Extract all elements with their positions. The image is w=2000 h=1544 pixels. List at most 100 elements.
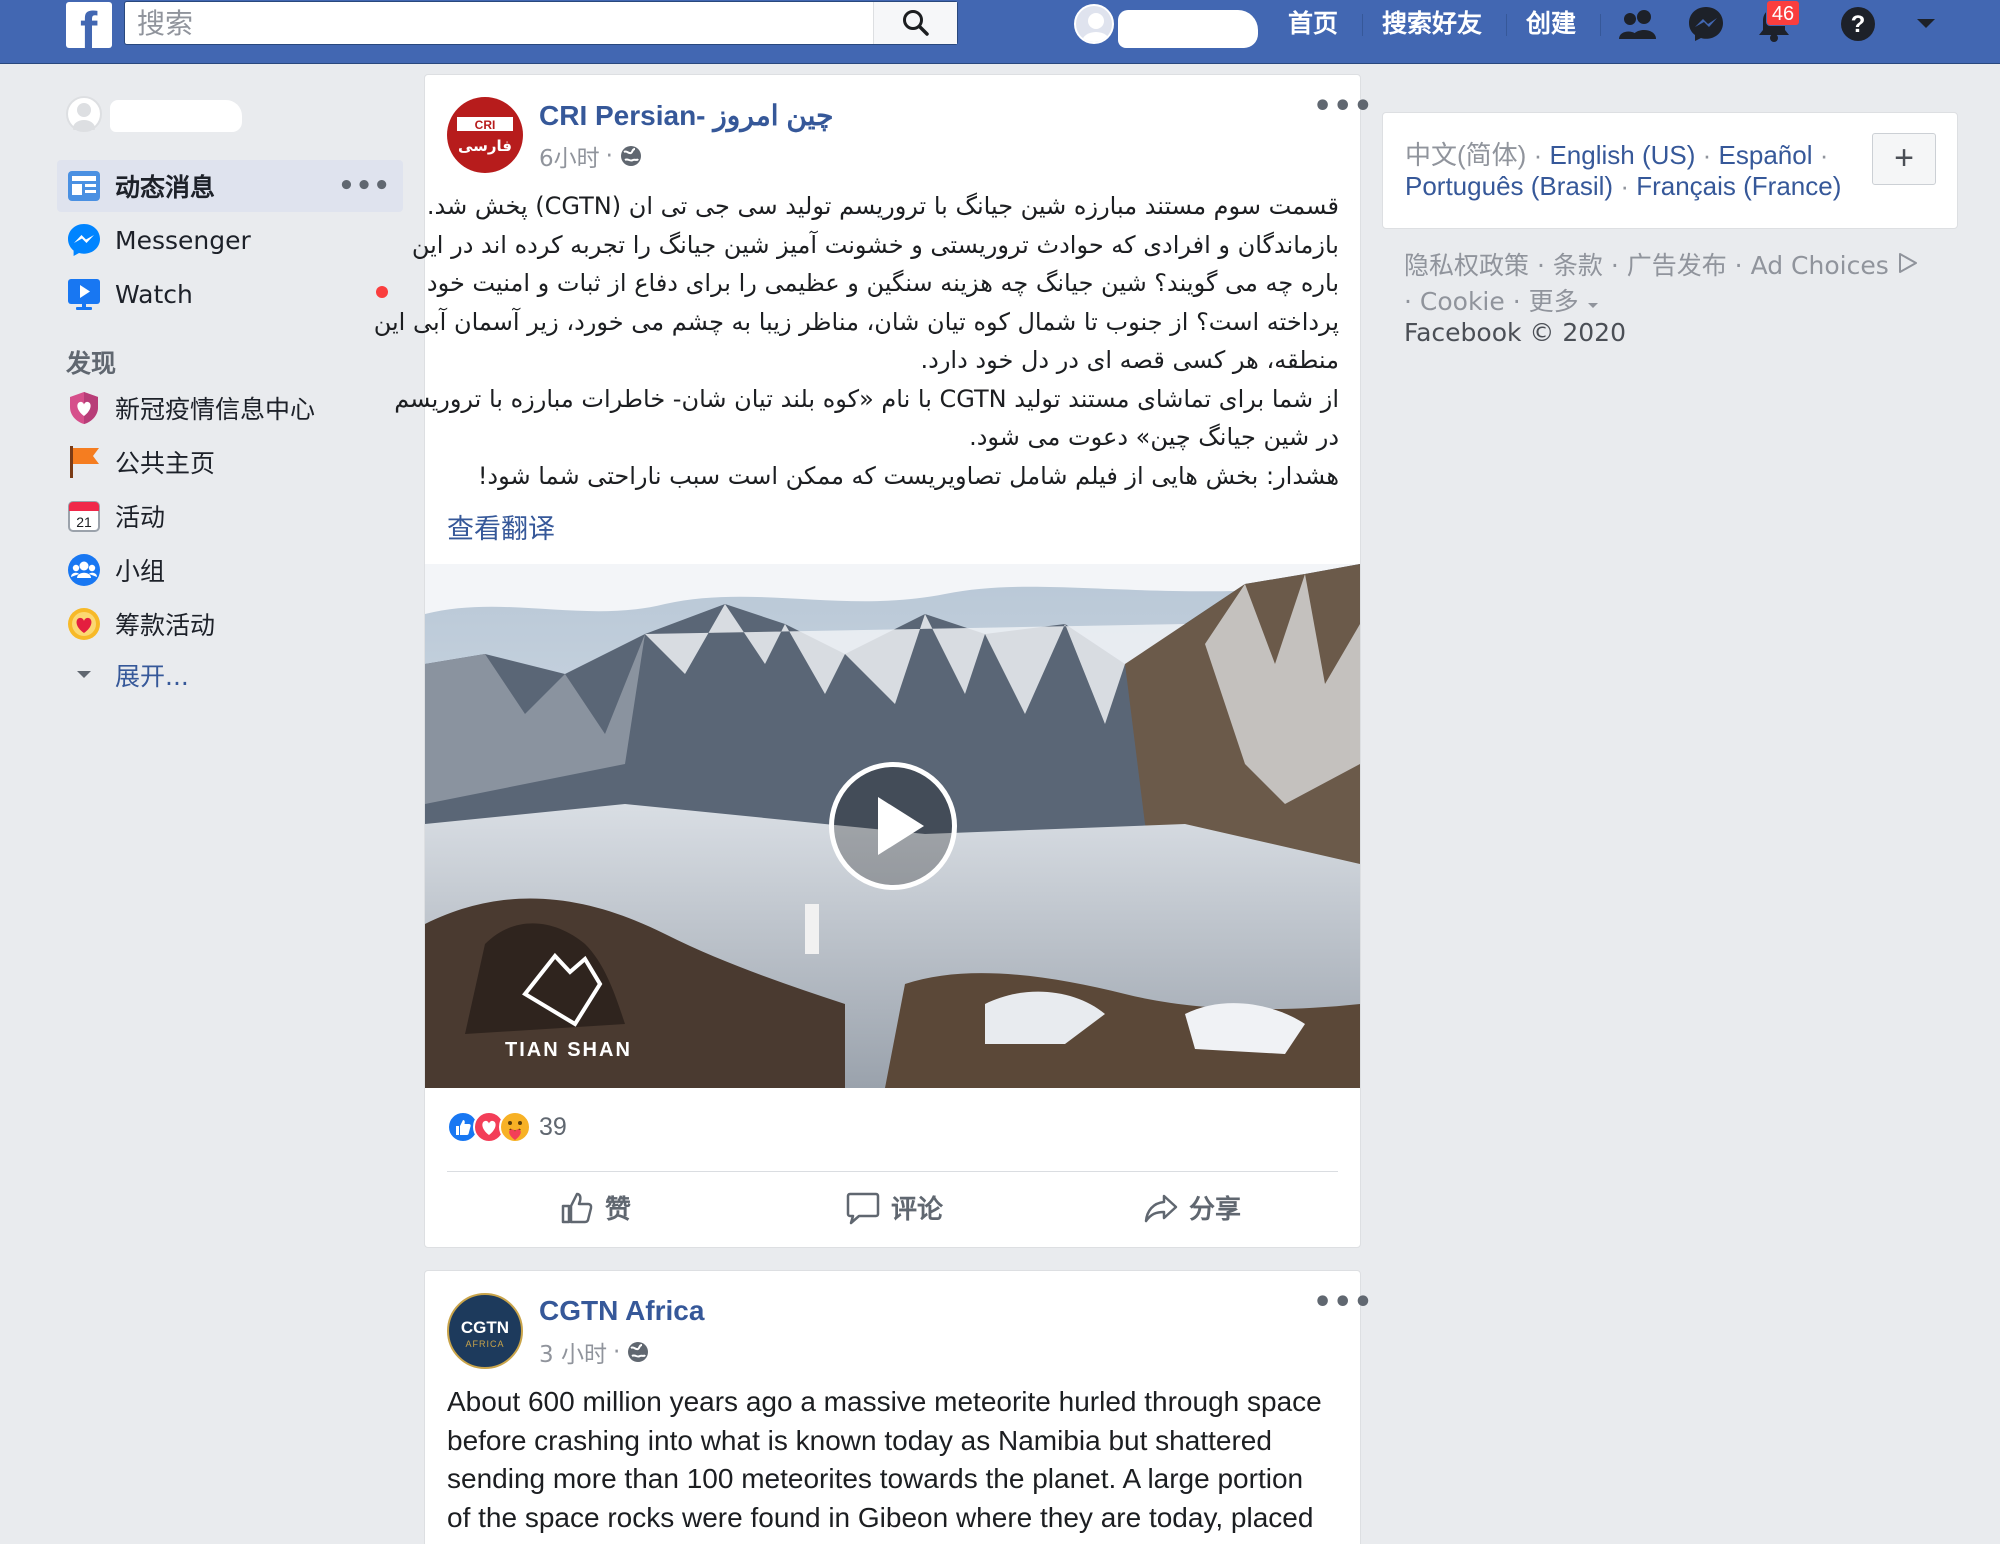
language-link-french[interactable]: Français (France) bbox=[1636, 171, 1841, 201]
watch-new-indicator bbox=[376, 286, 388, 298]
svg-text:AFRICA: AFRICA bbox=[465, 1339, 504, 1349]
share-arrow-icon bbox=[1144, 1194, 1178, 1222]
footer-link-terms[interactable]: 条款 bbox=[1553, 251, 1603, 280]
footer-link-privacy[interactable]: 隐私权政策 bbox=[1404, 251, 1529, 280]
nav-create-link[interactable]: 创建 bbox=[1526, 8, 1576, 40]
footer-links: 隐私权政策 · 条款 · 广告发布 · Ad Choices bbox=[1404, 246, 1919, 282]
post-author-name[interactable]: CRI Persian- چین امروز bbox=[539, 99, 833, 132]
more-languages-button[interactable]: + bbox=[1872, 133, 1936, 185]
sidebar-item-label: 筹款活动 bbox=[115, 611, 216, 640]
post-timestamp[interactable]: 6小时 bbox=[539, 139, 600, 173]
footer-copyright: Facebook © 2020 bbox=[1404, 318, 1626, 347]
chevron-down-icon bbox=[1587, 303, 1598, 308]
facebook-logo[interactable]: f bbox=[66, 2, 112, 60]
post-body-text: قسمت سوم مستند مبارزه شین جیانگ با تروری… bbox=[373, 192, 1339, 490]
play-button[interactable] bbox=[829, 762, 957, 890]
footer-links-secondary: · Cookie · 更多 bbox=[1404, 282, 1599, 318]
reaction-count: 39 bbox=[539, 1112, 567, 1141]
share-button[interactable]: 分享 bbox=[1143, 1189, 1241, 1226]
post-video[interactable]: TIAN SHAN bbox=[425, 564, 1360, 1088]
sidebar-item-label: 活动 bbox=[115, 503, 166, 532]
post-card: CRI فارسی CRI Persian- چین امروز 6小时 · •… bbox=[373, 74, 1373, 1248]
footer-link-cookies[interactable]: Cookie bbox=[1420, 287, 1505, 316]
sidebar-expand-link[interactable]: 展开... bbox=[57, 655, 189, 695]
post-card: CGTN AFRICA CGTN Africa 3 小时 · ••• About… bbox=[424, 1270, 1373, 1544]
language-link-english[interactable]: English (US) bbox=[1549, 140, 1695, 170]
svg-text:?: ? bbox=[1851, 11, 1866, 38]
account-menu-chevron-icon[interactable] bbox=[1906, 6, 1946, 42]
fundraiser-icon bbox=[65, 605, 103, 643]
post-author-avatar[interactable]: CGTN AFRICA bbox=[447, 1293, 523, 1369]
sidebar-item-label: Messenger bbox=[115, 225, 251, 255]
sidebar-item-messenger[interactable]: Messenger bbox=[57, 214, 403, 266]
like-button[interactable]: 赞 bbox=[559, 1189, 631, 1226]
language-selector-card: 中文(简体) · English (US) · Español · Portug… bbox=[1382, 112, 1958, 229]
sidebar-item-label: 新冠疫情信息中心 bbox=[115, 395, 316, 424]
see-translation-link[interactable]: 查看翻译 bbox=[447, 507, 555, 546]
search-input[interactable] bbox=[137, 6, 877, 40]
nav-find-friends-link[interactable]: 搜索好友 bbox=[1382, 8, 1482, 40]
discover-heading: 发现 bbox=[66, 349, 117, 378]
profile-avatar[interactable] bbox=[1074, 4, 1114, 44]
post-timestamp[interactable]: 3 小时 bbox=[539, 1335, 607, 1369]
profile-name-redacted[interactable] bbox=[1118, 10, 1258, 48]
expand-label: 展开... bbox=[115, 662, 189, 691]
messenger-icon bbox=[65, 221, 103, 259]
language-link-portuguese[interactable]: Português (Brasil) bbox=[1405, 171, 1613, 201]
sidebar-item-covid-info[interactable]: 新冠疫情信息中心 bbox=[57, 382, 403, 434]
footer-link-advertising[interactable]: 广告发布 bbox=[1627, 251, 1727, 280]
groups-icon bbox=[65, 551, 103, 589]
friend-requests-icon[interactable] bbox=[1618, 6, 1658, 42]
nav-home-link[interactable]: 首页 bbox=[1288, 8, 1338, 40]
watch-icon bbox=[65, 275, 103, 313]
thumbs-up-icon bbox=[561, 1192, 593, 1223]
sidebar-item-label: 小组 bbox=[115, 557, 166, 586]
sidebar-item-events[interactable]: 21 活动 bbox=[57, 490, 403, 542]
sidebar-item-watch[interactable]: Watch bbox=[57, 268, 403, 320]
sidebar-item-news-feed[interactable]: 动态消息 ••• bbox=[57, 160, 403, 212]
post-options-icon[interactable]: ••• bbox=[1313, 89, 1374, 124]
calendar-icon: 21 bbox=[65, 497, 103, 535]
care-reaction-icon bbox=[499, 1111, 531, 1143]
footer-link-more[interactable]: 更多 bbox=[1529, 287, 1579, 316]
sidebar-item-groups[interactable]: 小组 bbox=[57, 544, 403, 596]
svg-text:فارسی: فارسی bbox=[458, 137, 512, 155]
top-navigation-bar: f 首页 搜索好友 创建 46 ? bbox=[0, 0, 2000, 64]
svg-text:21: 21 bbox=[76, 514, 92, 530]
svg-text:TIAN SHAN: TIAN SHAN bbox=[505, 1039, 632, 1061]
help-icon[interactable]: ? bbox=[1838, 6, 1878, 42]
post-actions-divider bbox=[447, 1171, 1338, 1172]
play-icon bbox=[878, 797, 924, 855]
svg-text:CRI: CRI bbox=[475, 118, 496, 132]
like-label: 赞 bbox=[605, 1195, 632, 1225]
news-feed-icon bbox=[65, 167, 103, 205]
sidebar-item-fundraisers[interactable]: 筹款活动 bbox=[57, 598, 403, 650]
search-icon bbox=[902, 10, 929, 36]
globe-icon bbox=[620, 146, 641, 166]
post-meta: 6小时 · bbox=[539, 139, 643, 173]
post-meta: 3 小时 · bbox=[539, 1335, 650, 1369]
flag-icon bbox=[65, 443, 103, 481]
sidebar-profile-name-redacted[interactable] bbox=[110, 100, 242, 132]
search-bar bbox=[124, 1, 958, 45]
reactions-summary[interactable]: 39 bbox=[447, 1111, 567, 1143]
chevron-down-icon bbox=[65, 670, 103, 680]
messenger-icon[interactable] bbox=[1686, 6, 1726, 42]
sidebar-item-label: Watch bbox=[115, 279, 193, 309]
post-author-avatar[interactable]: CRI فارسی bbox=[447, 97, 523, 173]
post-options-icon[interactable]: ••• bbox=[1313, 1285, 1374, 1320]
notification-count-badge[interactable]: 46 bbox=[1766, 0, 1800, 26]
sidebar-item-pages[interactable]: 公共主页 bbox=[57, 436, 403, 488]
sidebar-profile-avatar[interactable] bbox=[66, 96, 102, 136]
share-label: 分享 bbox=[1189, 1195, 1242, 1225]
comment-icon bbox=[846, 1192, 880, 1224]
language-link-spanish[interactable]: Español bbox=[1719, 140, 1813, 170]
footer-link-ad-choices[interactable]: Ad Choices bbox=[1751, 251, 1889, 280]
more-options-icon[interactable]: ••• bbox=[338, 171, 391, 201]
sidebar-item-label: 动态消息 bbox=[115, 173, 216, 202]
comment-button[interactable]: 评论 bbox=[845, 1189, 943, 1226]
post-author-name[interactable]: CGTN Africa bbox=[539, 1295, 704, 1327]
current-language: 中文(简体) bbox=[1405, 140, 1527, 170]
search-button[interactable] bbox=[873, 2, 957, 44]
post-body-text: About 600 million years ago a massive me… bbox=[447, 1386, 1322, 1533]
